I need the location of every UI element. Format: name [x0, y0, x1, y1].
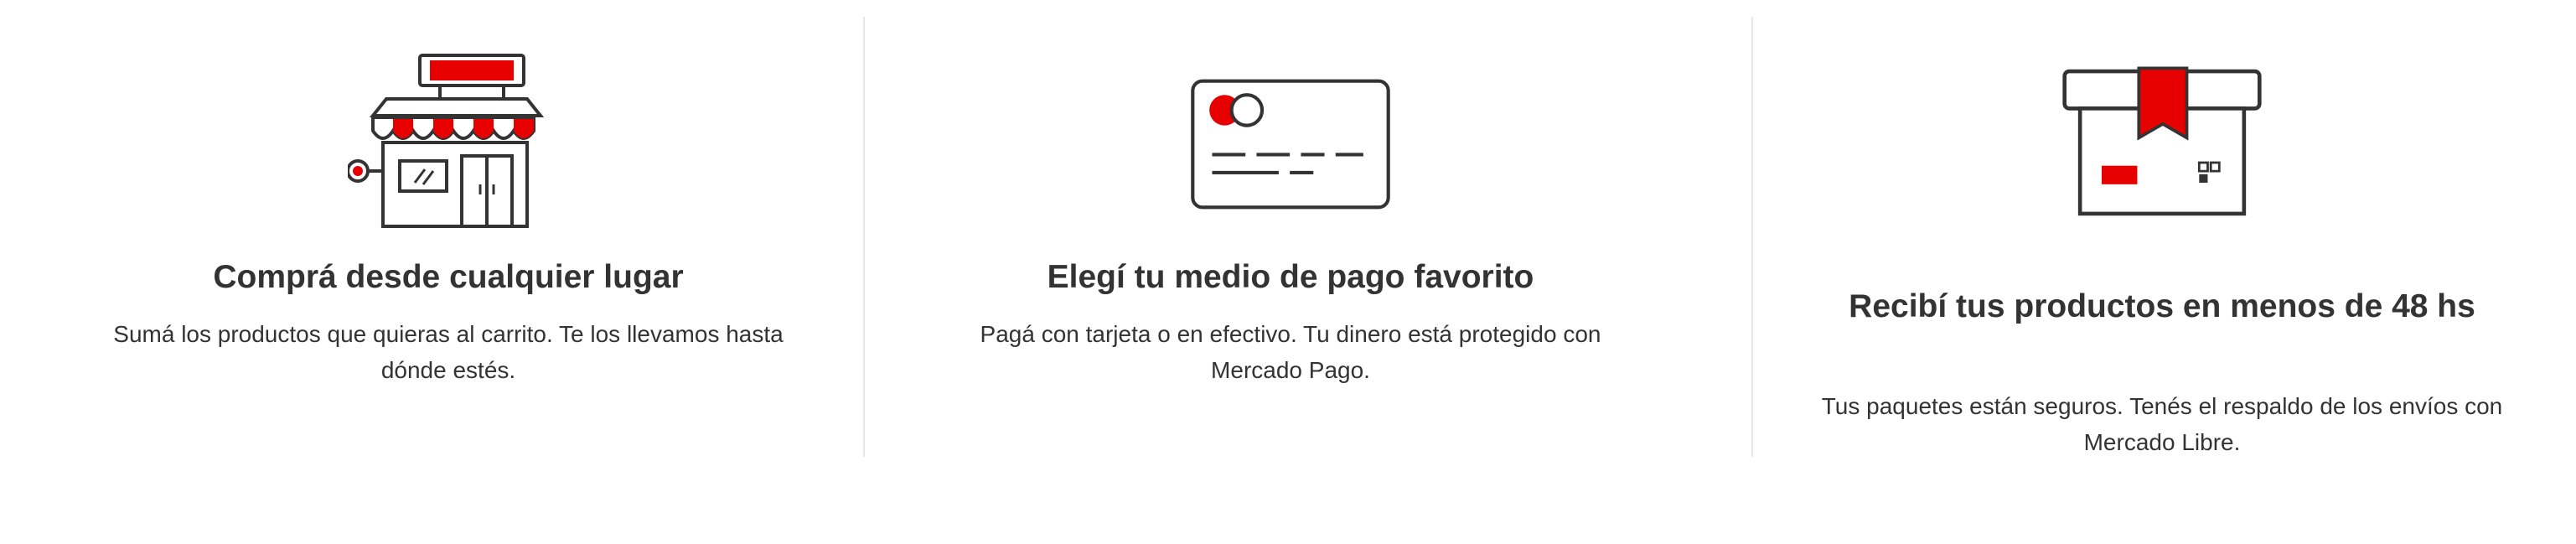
feature-fast-delivery: Recibí tus productos en menos de 48 hs T… [1751, 0, 2573, 544]
feature-title: Comprá desde cualquier lugar [213, 259, 684, 295]
package-icon [2061, 42, 2263, 243]
feature-description: Tus paquetes están seguros. Tenés el res… [1821, 393, 2503, 455]
credit-card-icon [1190, 44, 1391, 245]
feature-description: Sumá los productos que quieras al carrit… [113, 321, 784, 383]
feature-buy-anywhere: Comprá desde cualquier lugar Sumá los pr… [50, 0, 846, 544]
feature-payment-method: Elegí tu medio de pago favorito Pagá con… [863, 0, 1718, 544]
features-section: Comprá desde cualquier lugar Sumá los pr… [0, 0, 2576, 544]
feature-description: Pagá con tarjeta o en efectivo. Tu diner… [980, 321, 1601, 383]
feature-title: Recibí tus productos en menos de 48 hs [1849, 288, 2475, 324]
store-icon [348, 44, 549, 245]
feature-title: Elegí tu medio de pago favorito [1047, 259, 1534, 295]
